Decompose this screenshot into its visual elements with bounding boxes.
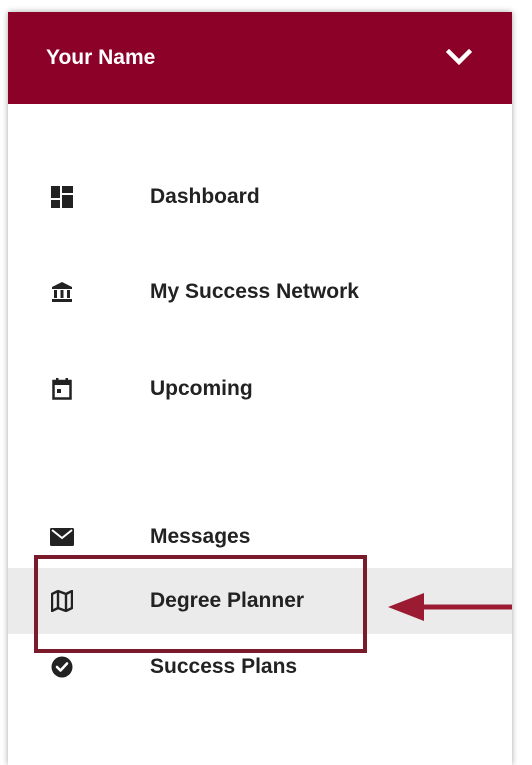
nav-item-my-success-network[interactable]: My Success Network (8, 259, 512, 325)
dashboard-icon (50, 185, 74, 209)
user-menu-header[interactable]: Your Name (8, 12, 512, 104)
user-name: Your Name (46, 46, 156, 69)
check-circle-icon (50, 655, 74, 679)
nav-item-label: Success Plans (150, 655, 298, 678)
envelope-icon (50, 525, 74, 549)
map-icon (50, 589, 74, 613)
nav-item-label: Degree Planner (150, 589, 305, 612)
calendar-icon (50, 377, 74, 401)
navigation-panel: Your Name Dashboard My Success Network U… (8, 12, 512, 765)
nav-item-success-plans[interactable]: Success Plans (8, 634, 512, 700)
nav-item-label: My Success Network (150, 280, 359, 303)
institution-icon (50, 280, 74, 304)
nav-item-upcoming[interactable]: Upcoming (8, 356, 512, 422)
nav-item-label: Upcoming (150, 377, 253, 400)
nav-item-degree-planner[interactable]: Degree Planner (8, 568, 512, 634)
nav-item-label: Dashboard (150, 185, 260, 208)
nav-item-messages[interactable]: Messages (8, 504, 512, 570)
nav-item-label: Messages (150, 525, 251, 548)
nav-item-dashboard[interactable]: Dashboard (8, 164, 512, 230)
chevron-down-icon[interactable] (446, 49, 472, 67)
